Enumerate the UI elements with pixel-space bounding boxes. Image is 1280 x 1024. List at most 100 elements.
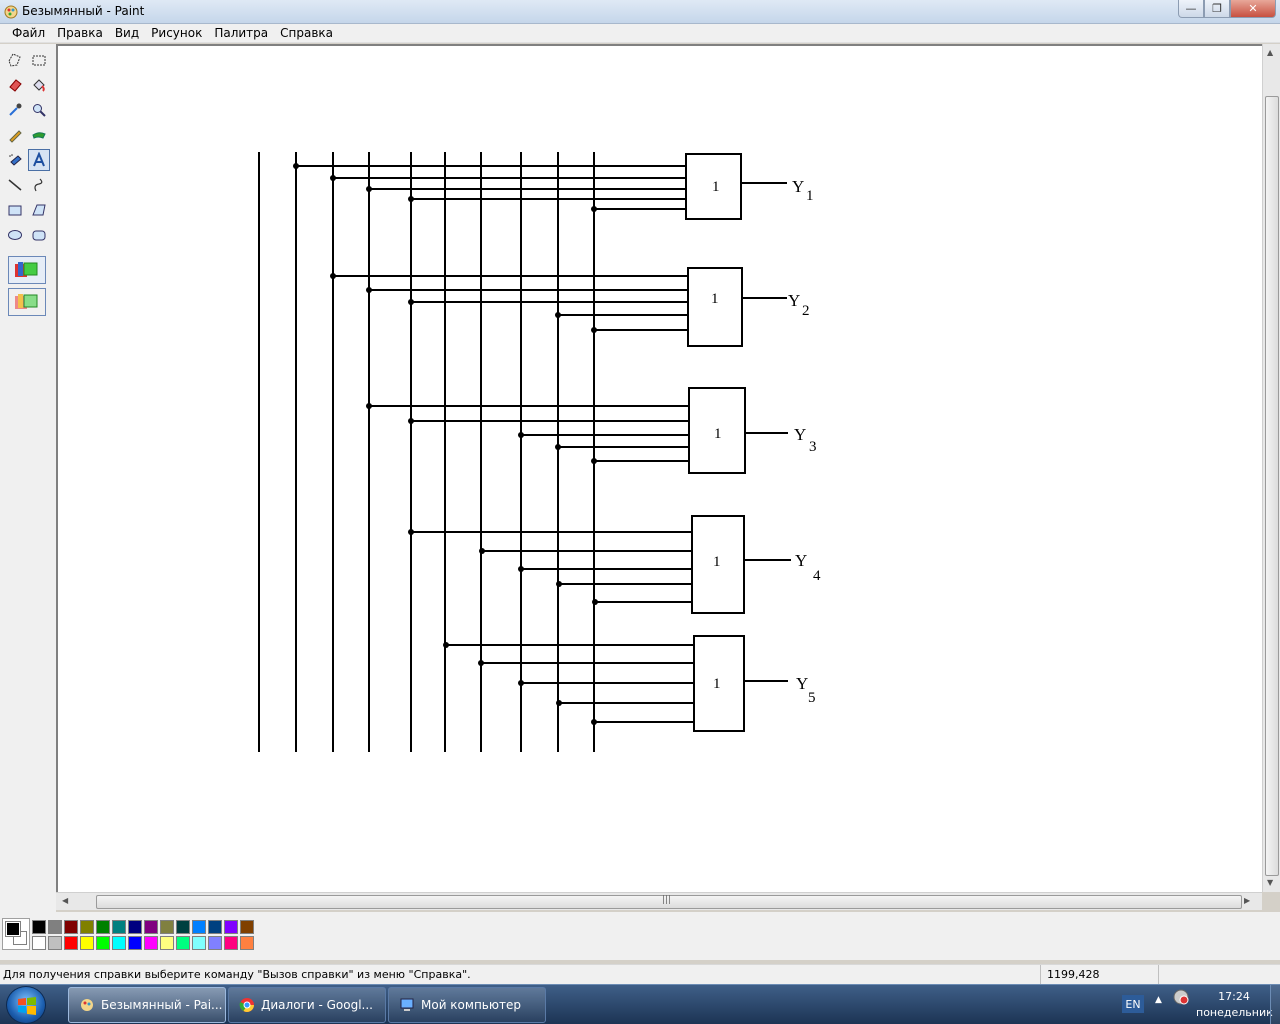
computer-icon <box>400 998 414 1011</box>
color-swatch[interactable] <box>160 936 174 950</box>
horizontal-scrollbar[interactable]: ◀ ||| ▶ <box>56 892 1262 910</box>
rounded-rectangle-tool[interactable] <box>28 224 50 246</box>
color-swatch[interactable] <box>32 936 46 950</box>
taskbar-item-paint[interactable]: Безымянный - Pai... <box>68 987 226 1023</box>
fill-bucket-icon <box>33 79 45 92</box>
brush-icon <box>32 132 46 139</box>
brush-tool[interactable] <box>28 124 50 146</box>
taskbar-item-label: Безымянный - Pai... <box>101 998 223 1012</box>
gate-label: 1 <box>712 179 720 195</box>
show-desktop-button[interactable] <box>1270 985 1280 1024</box>
logic-circuit-drawing: 1 1 1 1 1 Y 1 Y 2 Y 3 Y 4 Y 5 <box>258 152 821 752</box>
color-swatch[interactable] <box>80 920 94 934</box>
menu-edit[interactable]: Правка <box>51 26 109 40</box>
vertical-scroll-thumb[interactable] <box>1265 96 1279 876</box>
eyedropper-icon <box>9 103 22 116</box>
color-swatch[interactable] <box>208 936 222 950</box>
chrome-icon <box>239 998 254 1012</box>
taskbar-item-label: Диалоги - Googl... <box>261 998 373 1012</box>
free-form-select-tool[interactable] <box>4 49 26 71</box>
color-swatch[interactable] <box>224 936 238 950</box>
foreground-color-swatch[interactable] <box>5 921 21 937</box>
color-swatch[interactable] <box>144 920 158 934</box>
ellipse-icon <box>8 230 22 240</box>
maximize-button[interactable]: ❐ <box>1204 0 1230 18</box>
text-tool[interactable] <box>28 149 50 171</box>
color-swatch[interactable] <box>144 936 158 950</box>
rectangle-tool[interactable] <box>4 199 26 221</box>
title-bar: Безымянный - Paint — ❐ ✕ <box>0 0 1280 24</box>
rect-select-icon <box>32 55 46 66</box>
eraser-tool[interactable] <box>4 74 26 96</box>
curve-icon <box>34 178 43 192</box>
color-swatch[interactable] <box>192 936 206 950</box>
output-subscript: 2 <box>802 303 810 319</box>
menu-palette[interactable]: Палитра <box>208 26 274 40</box>
color-swatch[interactable] <box>96 936 110 950</box>
airbrush-tool[interactable] <box>4 149 26 171</box>
color-swatch[interactable] <box>192 920 206 934</box>
clock-time: 17:24 <box>1218 990 1250 1003</box>
color-swatch[interactable] <box>224 920 238 934</box>
status-bar: Для получения справки выберите команду "… <box>0 964 1280 984</box>
scroll-grip-icon: ||| <box>662 895 672 905</box>
scroll-right-icon[interactable]: ▶ <box>1244 896 1250 905</box>
network-status-icon[interactable] <box>1172 988 1190 1006</box>
color-swatch[interactable] <box>176 936 190 950</box>
color-swatch[interactable] <box>128 936 142 950</box>
color-swatch[interactable] <box>96 920 110 934</box>
language-indicator[interactable]: EN <box>1122 995 1144 1013</box>
start-button[interactable] <box>6 986 46 1024</box>
color-swatch[interactable] <box>240 936 254 950</box>
menu-help[interactable]: Справка <box>274 26 339 40</box>
rect-select-tool[interactable] <box>28 49 50 71</box>
menu-view[interactable]: Вид <box>109 26 145 40</box>
rounded-rectangle-icon <box>32 230 46 241</box>
polygon-tool[interactable] <box>28 199 50 221</box>
rectangle-icon <box>8 205 22 216</box>
color-swatch[interactable] <box>112 936 126 950</box>
or-gate-4 <box>408 515 791 614</box>
color-swatch[interactable] <box>48 936 62 950</box>
color-swatch[interactable] <box>160 920 174 934</box>
color-swatch[interactable] <box>240 920 254 934</box>
close-button[interactable]: ✕ <box>1230 0 1276 18</box>
minimize-button[interactable]: — <box>1178 0 1204 18</box>
menu-file[interactable]: Файл <box>6 26 51 40</box>
magnifier-tool[interactable] <box>28 99 50 121</box>
text-a-icon <box>33 152 45 167</box>
color-swatch[interactable] <box>64 920 78 934</box>
output-subscript: 3 <box>809 439 817 455</box>
color-swatch[interactable] <box>208 920 222 934</box>
menu-image[interactable]: Рисунок <box>145 26 208 40</box>
transparent-background-option[interactable] <box>8 288 46 316</box>
color-swatch[interactable] <box>112 920 126 934</box>
tray-expand-icon[interactable]: ▲ <box>1155 995 1162 1005</box>
color-swatch[interactable] <box>32 920 46 934</box>
line-tool[interactable] <box>4 174 26 196</box>
scroll-left-icon[interactable]: ◀ <box>62 896 68 905</box>
color-swatch[interactable] <box>128 920 142 934</box>
scroll-down-icon[interactable]: ▼ <box>1267 878 1273 887</box>
vertical-scrollbar[interactable]: ▲ ▼ <box>1262 44 1280 892</box>
opaque-background-option[interactable] <box>8 256 46 284</box>
current-colors[interactable] <box>2 918 30 950</box>
color-swatch[interactable] <box>80 936 94 950</box>
airbrush-icon <box>9 154 22 166</box>
ellipse-tool[interactable] <box>4 224 26 246</box>
free-form-select-icon <box>8 53 21 67</box>
taskbar-item-my-computer[interactable]: Мой компьютер <box>388 987 546 1023</box>
taskbar-item-chrome[interactable]: Диалоги - Googl... <box>228 987 386 1023</box>
color-swatch[interactable] <box>176 920 190 934</box>
color-picker-tool[interactable] <box>4 99 26 121</box>
scroll-up-icon[interactable]: ▲ <box>1267 48 1273 57</box>
curve-tool[interactable] <box>28 174 50 196</box>
or-gate-5 <box>443 635 788 732</box>
color-swatch[interactable] <box>64 936 78 950</box>
system-clock[interactable]: 17:24 понедельник <box>1196 989 1273 1021</box>
color-swatch[interactable] <box>48 920 62 934</box>
drawing-canvas[interactable]: 1 1 1 1 1 Y 1 Y 2 Y 3 Y 4 Y 5 <box>56 44 1262 892</box>
pencil-tool[interactable] <box>4 124 26 146</box>
line-icon <box>8 179 22 191</box>
fill-tool[interactable] <box>28 74 50 96</box>
